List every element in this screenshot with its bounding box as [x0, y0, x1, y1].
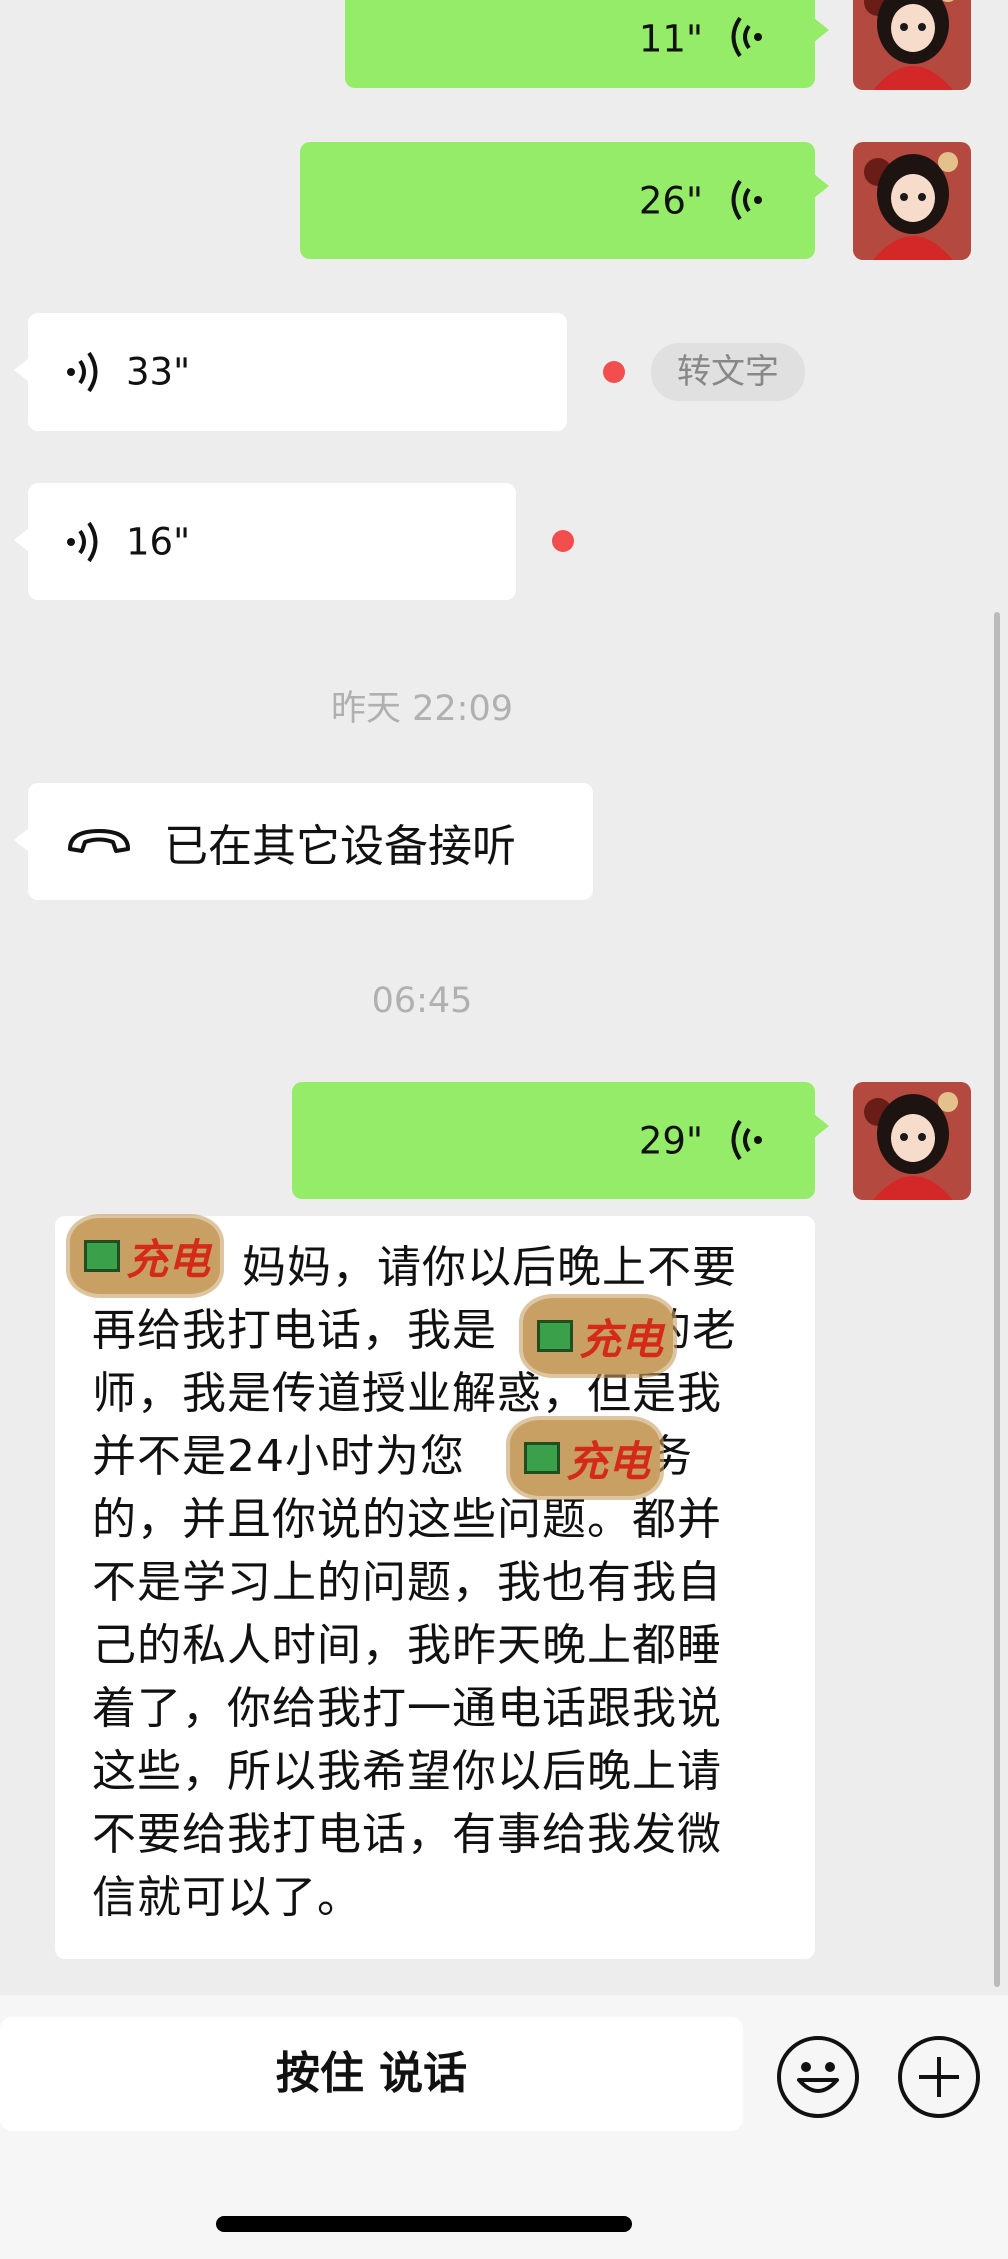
- voice-duration: 16": [126, 520, 191, 563]
- battery-icon: [524, 1442, 560, 1474]
- received-voice-message[interactable]: 16": [14, 483, 516, 600]
- timestamp: 昨天 22:09: [331, 689, 513, 729]
- censor-sticker: 充电: [510, 1420, 660, 1496]
- voice-duration: 33": [126, 350, 191, 394]
- call-notice-message[interactable]: 已在其它设备接听: [14, 783, 593, 900]
- avatar[interactable]: [853, 1082, 971, 1200]
- hold-to-talk-button[interactable]: 按住 说话: [0, 2017, 743, 2131]
- text-line: 己的私人时间，我昨天晚上都睡: [92, 1620, 722, 1671]
- unread-dot: [603, 361, 625, 383]
- censor-sticker: 充电: [70, 1218, 220, 1294]
- sent-voice-message[interactable]: 11": [345, 0, 829, 88]
- phone-hangup-icon: [64, 823, 134, 859]
- sent-voice-message[interactable]: 26": [300, 142, 829, 259]
- sticker-label: 充电: [579, 1315, 664, 1364]
- text-line: 师，我是传道授业解惑，但是我: [92, 1368, 722, 1419]
- emoji-icon[interactable]: [777, 2036, 859, 2118]
- avatar[interactable]: [853, 142, 971, 260]
- voice-wave-icon: [727, 1117, 763, 1163]
- message-text: 妈妈，请你以后晚上不要 再给我打电话，我是 的老 师，我是传道授业解惑，但是我 并…: [92, 1236, 792, 1929]
- text-line: 并不是24小时为您服务: [92, 1431, 692, 1482]
- timestamp: 06:45: [371, 981, 473, 1021]
- unread-dot: [552, 530, 574, 552]
- voice-duration: 29": [638, 1119, 703, 1162]
- text-line: 的，并且你说的这些问题。都并: [92, 1494, 722, 1545]
- avatar[interactable]: [853, 0, 971, 90]
- battery-icon: [537, 1320, 573, 1352]
- text-line: 这些，所以我希望你以后晚上请: [92, 1746, 722, 1797]
- call-notice-text: 已在其它设备接听: [164, 820, 516, 872]
- voice-duration: 26": [638, 179, 703, 222]
- voice-wave-icon: [66, 349, 102, 395]
- text-line: 着了，你给我打一通电话跟我说: [92, 1683, 722, 1734]
- home-indicator: [216, 2216, 632, 2232]
- sticker-label: 充电: [566, 1437, 651, 1486]
- sticker-label: 充电: [126, 1235, 211, 1284]
- voice-wave-icon: [66, 519, 102, 565]
- received-voice-message[interactable]: 33": [14, 313, 567, 431]
- voice-wave-icon: [727, 177, 763, 223]
- sent-voice-message[interactable]: 29": [292, 1082, 829, 1199]
- text-line: 再给我打电话，我是 的老: [92, 1305, 737, 1356]
- voice-duration: 11": [638, 17, 703, 61]
- text-line: 信就可以了。: [92, 1872, 362, 1923]
- plus-icon[interactable]: [898, 2036, 980, 2118]
- text-line: 不是学习上的问题，我也有我自: [92, 1557, 722, 1608]
- censor-sticker: 充电: [523, 1298, 673, 1374]
- convert-to-text-button[interactable]: 转文字: [651, 343, 805, 401]
- scrollbar[interactable]: [994, 612, 1000, 1987]
- battery-icon: [84, 1240, 120, 1272]
- text-line: 不要给我打电话，有事给我发微: [92, 1809, 722, 1860]
- voice-wave-icon: [727, 14, 763, 60]
